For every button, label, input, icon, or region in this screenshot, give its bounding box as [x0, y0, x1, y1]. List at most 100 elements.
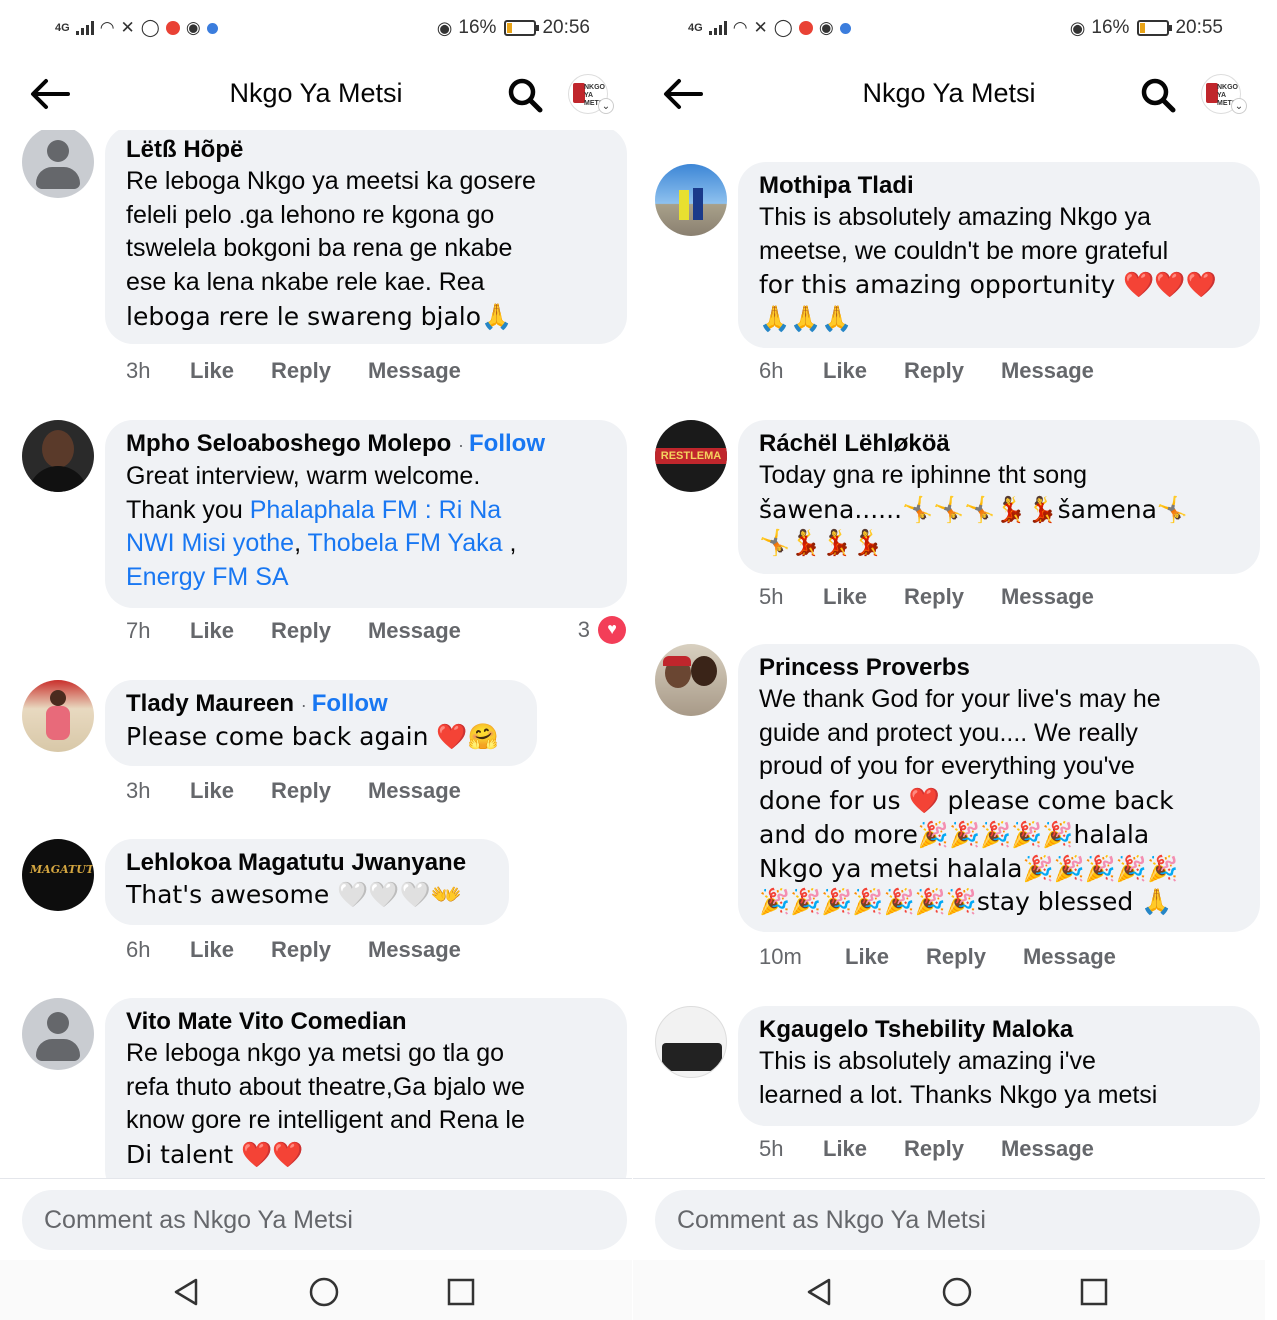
missed-call-icon: ✕ — [120, 18, 135, 37]
comment-author[interactable]: Mpho Seloaboshego Molepo — [126, 430, 451, 457]
comment-text: We thank God for your live's may he guid… — [759, 683, 1238, 919]
status-icons-left: 4G ◠ ✕ ◯ ◉ — [688, 18, 851, 38]
comment-input[interactable] — [22, 1190, 627, 1250]
whatsapp-icon: ◯ — [773, 18, 793, 37]
app-header: Nkgo Ya Metsi NKGO YA METSI ⌄ — [0, 58, 632, 130]
mention-link[interactable]: Thobela FM Yaka — [308, 529, 503, 557]
battery-icon — [504, 20, 540, 36]
avatar[interactable] — [22, 998, 94, 1070]
reply-button[interactable]: Reply — [904, 1136, 964, 1162]
comment-bubble[interactable]: Vito Mate Vito Comedian Re leboga nkgo y… — [105, 998, 627, 1178]
page-profile-avatar[interactable]: NKGO YA METSI ⌄ — [568, 74, 614, 114]
reply-button[interactable]: Reply — [904, 584, 964, 610]
comment-line: This is absolutely amazing i've — [759, 1047, 1096, 1075]
message-button[interactable]: Message — [368, 618, 461, 644]
follow-button[interactable]: Follow — [312, 690, 388, 717]
comment-actions: 3h Like Reply Message — [126, 778, 498, 804]
chevron-down-icon: ⌄ — [1231, 98, 1247, 114]
nav-home-icon[interactable] — [941, 1276, 973, 1308]
nav-recents-icon[interactable] — [1078, 1276, 1110, 1308]
avatar[interactable] — [22, 130, 94, 198]
comment-author[interactable]: Lehlokoa Magatutu Jwanyane — [126, 848, 487, 878]
comment-actions: 6h Like Reply Message — [759, 358, 1131, 384]
app-icon: ◉ — [818, 18, 834, 37]
comment-bubble[interactable]: Lëtß Hõpë Re leboga Nkgo ya meetsi ka go… — [105, 130, 627, 344]
battery-icon — [1137, 20, 1173, 36]
nav-back-icon[interactable] — [170, 1276, 202, 1308]
like-button[interactable]: Like — [823, 1136, 867, 1162]
comment-author[interactable]: Tlady Maureen — [126, 690, 294, 717]
comment-bubble[interactable]: Tlady Maureen · Follow Please come back … — [105, 680, 537, 766]
follow-button[interactable]: Follow — [469, 430, 545, 457]
like-button[interactable]: Like — [823, 358, 867, 384]
comment-author[interactable]: Princess Proverbs — [759, 653, 1238, 683]
missed-call-icon: ✕ — [753, 18, 768, 37]
comment-time: 3h — [126, 358, 151, 383]
comment-author-row: Mpho Seloaboshego Molepo · Follow — [126, 429, 605, 460]
reply-button[interactable]: Reply — [926, 944, 986, 970]
comment-author[interactable]: Lëtß Hõpë — [126, 135, 605, 165]
comment-input[interactable] — [655, 1190, 1260, 1250]
comment-author[interactable]: Mothipa Tladi — [759, 171, 1238, 201]
comment-time: 10m — [759, 944, 802, 969]
reply-button[interactable]: Reply — [271, 937, 331, 963]
comment-list: Mothipa Tladi This is absolutely amazing… — [633, 130, 1265, 1178]
mention-link[interactable]: NWI Misi yothe — [126, 529, 294, 557]
comment-line: feleli pelo .ga lehono re kgona go — [126, 200, 495, 229]
page-profile-avatar[interactable]: NKGO YA METSI ⌄ — [1201, 74, 1247, 114]
like-button[interactable]: Like — [190, 937, 234, 963]
like-button[interactable]: Like — [190, 618, 234, 644]
message-button[interactable]: Message — [368, 358, 461, 384]
avatar[interactable] — [22, 420, 94, 492]
mention-link[interactable]: Phalaphala FM : Ri Na — [250, 496, 502, 524]
comment-line: learned a lot. Thanks Nkgo ya metsi — [759, 1080, 1158, 1109]
comment-author[interactable]: Vito Mate Vito Comedian — [126, 1007, 605, 1037]
comment-line: ese ka lena nkabe rele kae. Rea — [126, 268, 485, 297]
avatar[interactable]: RESTLEMA — [655, 420, 727, 492]
nav-recents-icon[interactable] — [445, 1276, 477, 1308]
reply-button[interactable]: Reply — [271, 618, 331, 644]
like-button[interactable]: Like — [823, 584, 867, 610]
mention-link[interactable]: Energy FM SA — [126, 563, 289, 591]
comment-list: Lëtß Hõpë Re leboga Nkgo ya meetsi ka go… — [0, 130, 632, 1178]
comment-bubble[interactable]: Kgaugelo Tshebility Maloka This is absol… — [738, 1006, 1260, 1126]
message-button[interactable]: Message — [1023, 944, 1116, 970]
message-button[interactable]: Message — [1001, 358, 1094, 384]
search-icon[interactable] — [506, 76, 546, 116]
comment-bubble[interactable]: Mpho Seloaboshego Molepo · Follow Great … — [105, 420, 627, 608]
avatar[interactable]: MAGATUT — [22, 839, 94, 911]
comment-bubble[interactable]: Lehlokoa Magatutu Jwanyane That's awesom… — [105, 839, 509, 925]
nav-home-icon[interactable] — [308, 1276, 340, 1308]
comment-line: tswelela bokgoni ba rena ge nkabe — [126, 234, 513, 263]
status-icons-right: ◉ 16% 20:55 — [1070, 17, 1223, 39]
avatar[interactable] — [655, 1006, 727, 1078]
chevron-down-icon: ⌄ — [598, 98, 614, 114]
comment-bubble[interactable]: Ráchël Lëhløköä Today gna re iphinne tht… — [738, 420, 1260, 574]
battery-percent: 16% — [1091, 17, 1130, 38]
message-button[interactable]: Message — [1001, 584, 1094, 610]
message-button[interactable]: Message — [1001, 1136, 1094, 1162]
like-button[interactable]: Like — [190, 358, 234, 384]
avatar[interactable] — [22, 680, 94, 752]
comment-bubble[interactable]: Princess Proverbs We thank God for your … — [738, 644, 1260, 932]
comment-text-fragment: , — [502, 529, 517, 558]
nav-back-icon[interactable] — [803, 1276, 835, 1308]
comment-bubble[interactable]: Mothipa Tladi This is absolutely amazing… — [738, 162, 1260, 348]
comment-author[interactable]: Ráchël Lëhløköä — [759, 429, 1238, 459]
comment-line: for this amazing opportunity ❤️❤️❤️ — [759, 270, 1217, 300]
reply-button[interactable]: Reply — [271, 778, 331, 804]
reply-button[interactable]: Reply — [904, 358, 964, 384]
avatar[interactable] — [655, 164, 727, 236]
comment-text: Today gna re iphinne tht song šawena....… — [759, 459, 1238, 560]
like-button[interactable]: Like — [845, 944, 889, 970]
comment-text: This is absolutely amazing Nkgo ya meets… — [759, 201, 1238, 336]
avatar[interactable] — [655, 644, 727, 716]
reply-button[interactable]: Reply — [271, 358, 331, 384]
comment-text: Re leboga Nkgo ya meetsi ka gosere felel… — [126, 165, 605, 334]
message-button[interactable]: Message — [368, 778, 461, 804]
comment-author[interactable]: Kgaugelo Tshebility Maloka — [759, 1015, 1238, 1045]
search-icon[interactable] — [1139, 76, 1179, 116]
reaction-summary[interactable]: 3 ♥ — [578, 616, 626, 644]
like-button[interactable]: Like — [190, 778, 234, 804]
message-button[interactable]: Message — [368, 937, 461, 963]
